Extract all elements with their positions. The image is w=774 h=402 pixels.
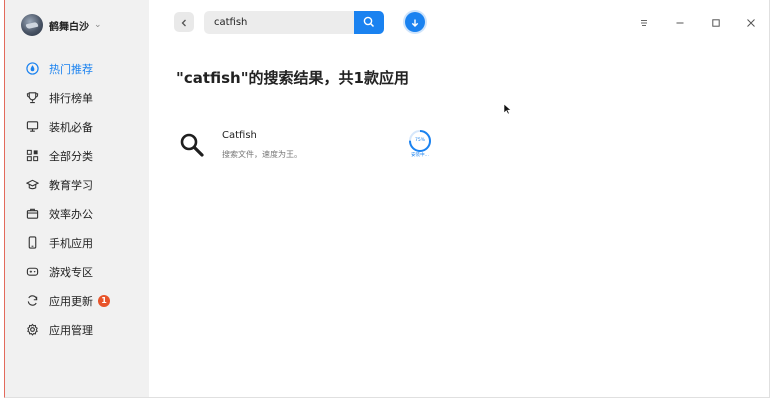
sidebar-item-label: 游戏专区: [49, 265, 93, 279]
sidebar-item-label: 热门推荐: [49, 62, 93, 76]
monitor-icon: [25, 120, 39, 134]
chevron-down-icon[interactable]: ⌄: [94, 20, 102, 30]
sidebar-item-label: 手机应用: [49, 236, 93, 250]
sidebar-item-updates[interactable]: 应用更新 1: [5, 286, 149, 315]
close-button[interactable]: [742, 13, 760, 31]
user-profile[interactable]: 鹤舞白沙 ⌄: [21, 14, 102, 36]
refresh-icon: [25, 294, 39, 308]
sidebar-item-label: 排行榜单: [49, 91, 93, 105]
sidebar-item-all-categories[interactable]: 全部分类: [5, 141, 149, 170]
search-icon: [363, 13, 375, 32]
sidebar-item-label: 应用管理: [49, 323, 93, 337]
main-content: "catfish"的搜索结果，共1款应用 Catfish 搜索文件，速度为王。 …: [149, 0, 769, 397]
briefcase-icon: [25, 207, 39, 221]
sidebar-item-label: 教育学习: [49, 178, 93, 192]
download-arrow-icon: [410, 13, 420, 32]
sidebar-nav: 热门推荐 排行榜单 装机必备 全部分类 教育学习 效率办公 手机应用 游戏专区 …: [5, 54, 149, 344]
sidebar-item-office[interactable]: 效率办公: [5, 199, 149, 228]
sidebar-item-label: 装机必备: [49, 120, 93, 134]
app-window: 鹤舞白沙 ⌄ 热门推荐 排行榜单 装机必备 全部分类 教育学习 效率办公 手机应…: [4, 0, 770, 398]
sidebar: 鹤舞白沙 ⌄ 热门推荐 排行榜单 装机必备 全部分类 教育学习 效率办公 手机应…: [5, 0, 149, 397]
menu-button[interactable]: [635, 13, 653, 31]
download-manager-button[interactable]: [405, 12, 425, 32]
sidebar-item-label: 应用更新: [49, 294, 93, 308]
user-name: 鹤舞白沙: [49, 21, 89, 33]
app-name[interactable]: Catfish: [222, 130, 257, 141]
avatar[interactable]: [21, 14, 43, 36]
search-field[interactable]: [204, 11, 354, 34]
search-button[interactable]: [354, 11, 384, 34]
sidebar-item-games[interactable]: 游戏专区: [5, 257, 149, 286]
graduation-cap-icon: [25, 178, 39, 192]
magnifier-icon[interactable]: [178, 131, 206, 159]
menu-icon: [639, 13, 649, 32]
maximize-button[interactable]: [707, 13, 725, 31]
install-progress-percent: 75%: [414, 138, 425, 143]
install-status: 安装中...: [411, 153, 429, 158]
minimize-icon: [675, 13, 685, 32]
gear-icon: [25, 323, 39, 337]
update-count-badge: 1: [98, 294, 110, 307]
close-icon: [746, 13, 756, 32]
minimize-button[interactable]: [671, 13, 689, 31]
sidebar-item-app-management[interactable]: 应用管理: [5, 315, 149, 344]
sidebar-item-label: 全部分类: [49, 149, 93, 163]
search-result-title: "catfish"的搜索结果，共1款应用: [176, 69, 409, 87]
app-description: 搜索文件，速度为王。: [222, 150, 302, 159]
gamepad-icon: [25, 265, 39, 279]
phone-icon: [25, 236, 39, 250]
install-progress[interactable]: 75% 安装中...: [406, 128, 438, 164]
trophy-icon: [25, 91, 39, 105]
sidebar-item-mobile-apps[interactable]: 手机应用: [5, 228, 149, 257]
chevron-left-icon: [179, 13, 189, 32]
grid-icon: [25, 149, 39, 163]
maximize-icon: [711, 13, 721, 32]
back-button[interactable]: [174, 12, 194, 32]
sidebar-item-label: 效率办公: [49, 207, 93, 221]
sidebar-item-hot-recommend[interactable]: 热门推荐: [5, 54, 149, 83]
sidebar-item-ranking[interactable]: 排行榜单: [5, 83, 149, 112]
sidebar-item-education[interactable]: 教育学习: [5, 170, 149, 199]
drop-icon: [25, 62, 39, 76]
mouse-cursor: [503, 100, 512, 119]
search-input[interactable]: [214, 17, 349, 28]
sidebar-item-essentials[interactable]: 装机必备: [5, 112, 149, 141]
